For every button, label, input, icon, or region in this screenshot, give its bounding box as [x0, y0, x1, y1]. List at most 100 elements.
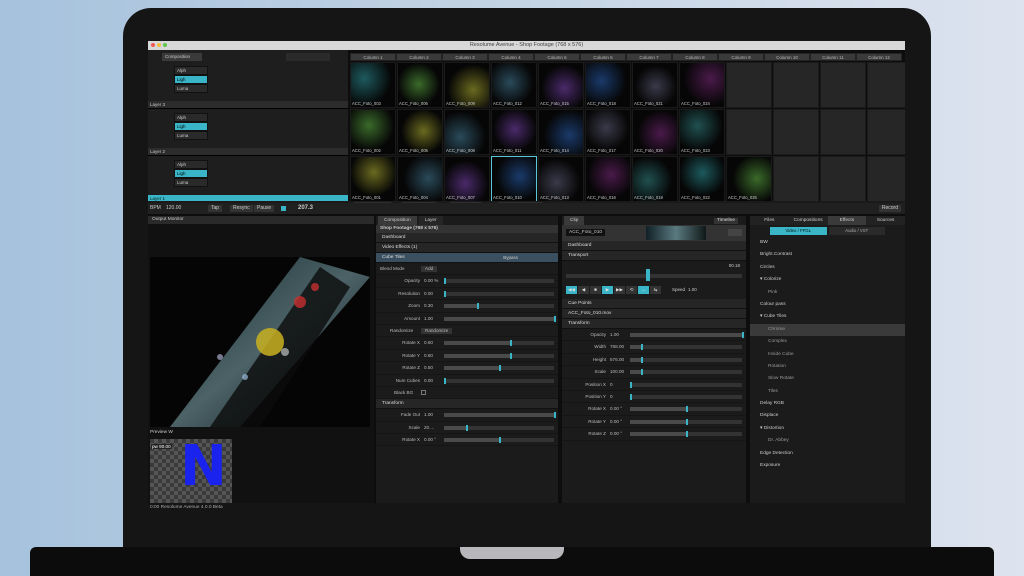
param-value[interactable]: 1.00: [424, 313, 433, 325]
param-value[interactable]: 0: [610, 379, 613, 391]
tab-composition[interactable]: Composition: [378, 216, 417, 225]
clip-cell[interactable]: [820, 109, 866, 155]
effect-item[interactable]: Displace: [750, 410, 905, 422]
column-header[interactable]: Column 7: [626, 53, 672, 61]
browser-tab[interactable]: Files: [750, 216, 789, 225]
randomize-button[interactable]: Randomize: [421, 327, 453, 334]
slider-handle[interactable]: [630, 381, 632, 388]
param-slider[interactable]: [444, 412, 556, 419]
effect-item[interactable]: Edge Detection: [750, 448, 905, 460]
param-slider[interactable]: [444, 437, 554, 444]
param-value[interactable]: 576.00: [610, 354, 624, 366]
param-value[interactable]: 0.00: [424, 288, 433, 300]
clip-cell[interactable]: ACC_Foto_012: [491, 62, 537, 108]
playback-control-icon[interactable]: ◀: [578, 286, 589, 294]
slider-handle[interactable]: [641, 369, 644, 376]
minimize-window-button[interactable]: [157, 43, 161, 47]
param-slider[interactable]: [444, 377, 554, 384]
effect-item[interactable]: Slow Rotate: [750, 373, 905, 385]
param-value[interactable]: 0.00 °: [424, 434, 436, 446]
effect-item[interactable]: Colour pass: [750, 299, 905, 311]
blend-option[interactable]: Luma: [174, 131, 208, 140]
record-button[interactable]: Record: [878, 205, 901, 212]
zoom-window-button[interactable]: [163, 43, 167, 47]
effect-item[interactable]: Complex: [750, 336, 905, 348]
effect-item[interactable]: Pink: [750, 287, 905, 299]
playback-control-icon[interactable]: ⇋: [650, 286, 661, 294]
blend-mode-select[interactable]: Add: [421, 266, 438, 272]
slider-handle[interactable]: [510, 340, 512, 347]
effects-subtab[interactable]: Video / FFGL: [770, 227, 827, 235]
clip-cell[interactable]: ACC_Foto_020: [632, 109, 678, 155]
slider-handle[interactable]: [554, 412, 556, 419]
effect-item[interactable]: Dr. Abbey: [750, 435, 905, 447]
effect-item[interactable]: Exposure: [750, 460, 905, 472]
column-header[interactable]: Column 5: [534, 53, 580, 61]
section-cube-tiles[interactable]: Cube Tiles Bypass: [376, 253, 558, 263]
param-slider[interactable]: [444, 315, 556, 322]
clip-cell[interactable]: ACC_Foto_001: [350, 156, 396, 202]
slider-handle[interactable]: [742, 332, 744, 338]
param-slider[interactable]: [630, 431, 742, 438]
effect-item[interactable]: ▾ Colorize: [750, 274, 905, 286]
param-value[interactable]: 0.60: [424, 350, 433, 362]
clip-cell[interactable]: [867, 156, 905, 202]
blend-option[interactable]: Ligh: [174, 122, 208, 131]
param-value[interactable]: 1.00: [424, 409, 433, 421]
effect-item[interactable]: Circles: [750, 262, 905, 274]
param-slider[interactable]: [630, 406, 742, 413]
param-slider[interactable]: [630, 393, 742, 400]
transport-mini-buttons[interactable]: [286, 53, 330, 61]
clip-cell[interactable]: [867, 109, 905, 155]
slider-handle[interactable]: [641, 356, 644, 363]
effect-item[interactable]: Bright.Contrast: [750, 249, 905, 261]
blend-option[interactable]: Alph: [174, 160, 208, 169]
param-value[interactable]: 0.00 °: [610, 403, 622, 415]
clip-cell[interactable]: ACC_Foto_021: [632, 62, 678, 108]
clip-cell[interactable]: ACC_Foto_002: [350, 109, 396, 155]
clip-cell[interactable]: ACC_Foto_022: [679, 156, 725, 202]
param-value[interactable]: 0.00 °: [610, 416, 622, 428]
clip-cell[interactable]: ACC_Foto_019: [632, 156, 678, 202]
column-header[interactable]: Column 9: [718, 53, 764, 61]
clip-cell[interactable]: ACC_Foto_010: [491, 156, 537, 202]
resync-button[interactable]: Resync: [230, 205, 253, 212]
param-slider[interactable]: [630, 344, 742, 351]
slider-handle[interactable]: [630, 393, 632, 400]
column-header[interactable]: Column 10: [764, 53, 810, 61]
black-bg-checkbox[interactable]: [421, 389, 426, 395]
slider-handle[interactable]: [686, 418, 688, 425]
layer-name[interactable]: Layer 3: [148, 101, 348, 108]
param-value[interactable]: 0.00: [424, 375, 433, 387]
section-dashboard[interactable]: Dashboard: [376, 233, 558, 243]
tab-clip[interactable]: Clip: [564, 216, 585, 225]
blend-option[interactable]: Luma: [174, 84, 208, 93]
effects-subtab[interactable]: Audio / VST: [828, 227, 885, 235]
clip-cell[interactable]: ACC_Foto_007: [444, 156, 490, 202]
clip-cell[interactable]: ACC_Foto_011: [491, 109, 537, 155]
clip-cell[interactable]: [726, 62, 772, 108]
slider-handle[interactable]: [641, 344, 644, 351]
speed-value[interactable]: 1.00: [688, 287, 697, 292]
clip-cell[interactable]: ACC_Foto_003: [350, 62, 396, 108]
clip-cell[interactable]: [726, 109, 772, 155]
column-header[interactable]: Column 12: [856, 53, 902, 61]
bpm-value[interactable]: 120.00: [166, 203, 181, 214]
browser-tab[interactable]: Sources: [866, 216, 905, 225]
clip-cell[interactable]: ACC_Foto_023: [679, 109, 725, 155]
param-slider[interactable]: [444, 278, 554, 285]
tap-button[interactable]: Tap: [208, 205, 223, 212]
clip-cell[interactable]: [820, 62, 866, 108]
param-slider[interactable]: [630, 356, 742, 363]
clip-cell[interactable]: ACC_Foto_014: [538, 109, 584, 155]
clip-section-transport[interactable]: Transport Timeline: [562, 218, 746, 261]
effect-item[interactable]: Inside Cube: [750, 349, 905, 361]
param-value[interactable]: 768.00: [610, 341, 624, 353]
playback-control-icon[interactable]: ↔: [638, 286, 649, 294]
clip-section-transform[interactable]: Transform: [562, 319, 746, 329]
playback-control-icon[interactable]: ▶▶: [614, 286, 625, 294]
param-slider[interactable]: [630, 369, 742, 376]
slider-handle[interactable]: [444, 290, 446, 297]
param-value[interactable]: 100.00: [610, 366, 624, 378]
tab-layer[interactable]: Layer: [418, 216, 443, 225]
